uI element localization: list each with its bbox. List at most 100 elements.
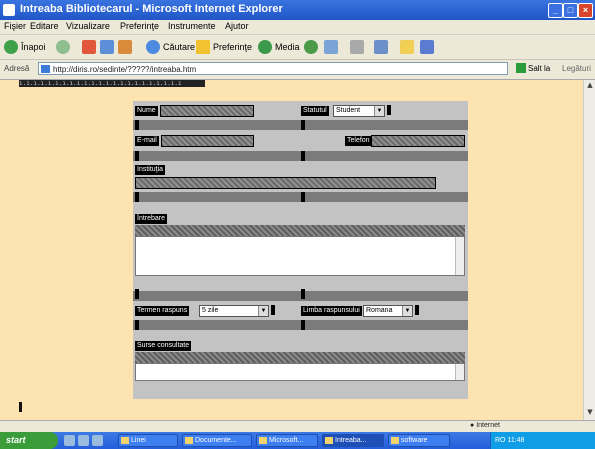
edit-icon <box>374 39 388 54</box>
print-icon <box>350 39 364 54</box>
page-header-strip: ı.ı.ı.ı.ı.ı.ı.ı.ı.ı.ı.ı.ı.ı.ı.ı.ı.ı.ı.ı.… <box>19 80 205 87</box>
minimize-button[interactable]: _ <box>548 3 563 18</box>
ie-icon <box>3 4 15 16</box>
ie-icon <box>325 437 333 444</box>
menu-tools[interactable]: Instrumente <box>168 21 216 31</box>
search-icon <box>146 39 160 54</box>
nume-label: Nume <box>135 106 158 116</box>
stop-icon <box>82 39 96 54</box>
textarea-scrollbar[interactable] <box>455 237 464 275</box>
statutul-select[interactable]: Student ▼ <box>333 105 385 117</box>
intrebare-textarea[interactable] <box>135 236 465 276</box>
mail-icon <box>324 39 338 54</box>
limba-select[interactable]: Romana ▼ <box>363 305 413 317</box>
page-scrollbar[interactable]: ▲ ▼ <box>583 80 595 420</box>
mail-button[interactable] <box>324 38 341 55</box>
question-form: Nume Statutul Student ▼ E-mail Telefon I… <box>133 101 468 399</box>
refresh-button[interactable] <box>100 38 117 55</box>
taskbar: start Linei Documente... Microsoft... In… <box>0 432 595 449</box>
nume-input[interactable] <box>160 105 254 117</box>
media-icon <box>258 39 272 54</box>
quicklaunch-desktop-icon[interactable] <box>78 435 89 446</box>
scroll-down-icon[interactable]: ▼ <box>585 408 595 418</box>
window-icon <box>259 437 267 444</box>
field-marker <box>135 289 139 299</box>
page-marker <box>19 402 22 412</box>
field-marker <box>271 305 275 315</box>
page-icon <box>41 65 50 73</box>
history-button[interactable] <box>304 38 321 55</box>
window-title: Intreaba Bibliotecarul - Microsoft Inter… <box>20 3 283 15</box>
home-button[interactable] <box>118 38 135 55</box>
field-marker <box>301 320 305 330</box>
surse-textarea[interactable] <box>135 363 465 381</box>
task-button-active[interactable]: Intreaba... <box>322 434 384 447</box>
address-input[interactable]: http://diris.ro/sedinte/?????/intreaba.h… <box>38 62 508 75</box>
toolbar: Înapoi Căutare Preferinţe Media <box>0 35 595 60</box>
menu-view[interactable]: Vizualizare <box>66 21 110 31</box>
field-marker <box>135 151 139 161</box>
field-marker <box>135 320 139 330</box>
address-label: Adresă <box>4 64 30 73</box>
go-button[interactable]: Salt la <box>516 63 550 73</box>
surse-label: Surse consultate <box>135 341 192 351</box>
stop-button[interactable] <box>82 38 99 55</box>
menu-edit[interactable]: Editare <box>30 21 59 31</box>
termen-select[interactable]: 5 zile ▼ <box>199 305 269 317</box>
star-icon <box>196 39 210 54</box>
maximize-button[interactable]: □ <box>563 3 578 18</box>
field-marker <box>135 192 139 202</box>
back-button[interactable]: Înapoi <box>4 38 46 55</box>
internet-zone: ● Internet <box>470 422 500 429</box>
links-label[interactable]: Legături <box>562 64 591 73</box>
telefon-label: Telefon <box>345 136 372 146</box>
institutia-label: Instituţia <box>135 165 166 175</box>
quicklaunch-media-icon[interactable] <box>92 435 103 446</box>
email-input[interactable] <box>161 135 254 147</box>
forward-arrow-icon <box>56 39 70 54</box>
limba-label: Limba raspunsului <box>301 306 362 316</box>
quicklaunch-ie-icon[interactable] <box>64 435 75 446</box>
textarea-scrollbar[interactable] <box>455 364 464 380</box>
field-marker <box>301 289 305 299</box>
task-button[interactable]: Documente... <box>182 434 252 447</box>
menu-file[interactable]: Fişier <box>4 21 26 31</box>
system-tray: RO 11:48 <box>490 432 595 449</box>
chevron-down-icon: ▼ <box>258 306 268 316</box>
forward-button[interactable] <box>56 38 73 55</box>
start-button[interactable]: start <box>0 432 58 449</box>
page-viewport: ı.ı.ı.ı.ı.ı.ı.ı.ı.ı.ı.ı.ı.ı.ı.ı.ı.ı.ı.ı.… <box>0 80 583 420</box>
email-label: E-mail <box>135 136 159 146</box>
telefon-input[interactable] <box>371 135 465 147</box>
folder-icon <box>391 437 399 444</box>
surse-header-bar <box>135 352 465 363</box>
field-marker <box>301 192 305 202</box>
menu-bar: Fişier Editare Vizualizare Preferinţe In… <box>0 20 595 35</box>
favorites-button[interactable]: Preferinţe <box>196 38 252 55</box>
task-button[interactable]: Linei <box>118 434 178 447</box>
institutia-input[interactable] <box>135 177 436 189</box>
messenger-button[interactable] <box>420 38 437 55</box>
intrebare-header-bar <box>135 225 465 236</box>
chevron-down-icon: ▼ <box>374 106 384 116</box>
folder-button[interactable] <box>400 38 417 55</box>
folder-icon <box>400 39 414 54</box>
media-button[interactable]: Media <box>258 38 300 55</box>
close-button[interactable]: × <box>578 3 593 18</box>
task-button[interactable]: Microsoft... <box>256 434 318 447</box>
scroll-up-icon[interactable]: ▲ <box>585 81 595 91</box>
task-button[interactable]: software <box>388 434 450 447</box>
clock[interactable]: RO 11:48 <box>495 437 524 444</box>
field-marker <box>135 120 139 130</box>
menu-help[interactable]: Ajutor <box>225 21 249 31</box>
statutul-label: Statutul <box>301 106 329 116</box>
intrebare-label: Întrebare <box>135 214 168 224</box>
field-marker <box>301 151 305 161</box>
address-bar: Adresă http://diris.ro/sedinte/?????/int… <box>0 60 595 80</box>
print-button[interactable] <box>350 38 367 55</box>
window-title-bar: Intreaba Bibliotecarul - Microsoft Inter… <box>0 0 595 20</box>
menu-favorites[interactable]: Preferinţe <box>120 21 159 31</box>
search-button[interactable]: Căutare <box>146 38 195 55</box>
field-marker <box>415 305 419 315</box>
edit-button[interactable] <box>374 38 391 55</box>
